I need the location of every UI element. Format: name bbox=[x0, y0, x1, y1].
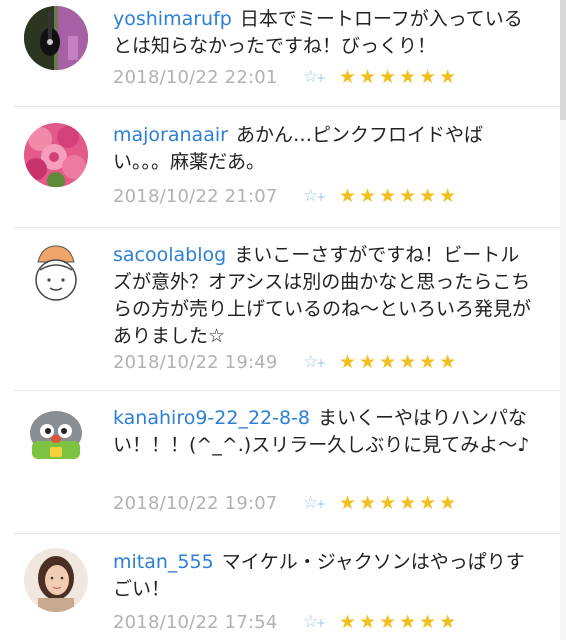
comment-date[interactable]: 2018/10/22 19:07 bbox=[113, 493, 303, 514]
star-rating[interactable]: ★★★★★★ bbox=[339, 611, 459, 633]
comment-text: mitan_555 マイケル・ジャクソンはやっぱりすごい！ bbox=[113, 549, 533, 603]
woman-portrait-icon bbox=[24, 548, 88, 612]
add-star-plus: + bbox=[316, 616, 327, 630]
username-link[interactable]: yoshimarufp bbox=[113, 8, 232, 30]
add-star-plus: + bbox=[316, 71, 327, 85]
star-rating[interactable]: ★★★★★★ bbox=[339, 492, 459, 514]
comment-item: yoshimarufp 日本でミートローフが入っているとは知らなかったですね！びっ… bbox=[0, 0, 560, 105]
star-rating[interactable]: ★★★★★★ bbox=[339, 185, 459, 207]
add-star-icon[interactable]: ☆ + bbox=[303, 186, 339, 206]
comment-item: mitan_555 マイケル・ジャクソンはやっぱりすごい！ 2018/10/22 … bbox=[0, 534, 560, 640]
avatar[interactable] bbox=[24, 123, 88, 187]
add-star-plus: + bbox=[316, 190, 327, 204]
comment-date[interactable]: 2018/10/22 22:01 bbox=[113, 67, 303, 88]
scrollbar[interactable] bbox=[560, 0, 566, 640]
add-star-icon[interactable]: ☆ + bbox=[303, 612, 339, 632]
comment-item: majoranaair あかん…ピンクフロイドやばい。。。麻薬だあ。 2018/1… bbox=[0, 107, 560, 227]
username-link[interactable]: mitan_555 bbox=[113, 551, 214, 573]
username-link[interactable]: kanahiro9-22_22-8-8 bbox=[113, 407, 310, 429]
add-star-plus: + bbox=[316, 356, 327, 370]
comment-text: yoshimarufp 日本でミートローフが入っているとは知らなかったですね！びっ… bbox=[113, 6, 533, 60]
comment-text: majoranaair あかん…ピンクフロイドやばい。。。麻薬だあ。 bbox=[113, 122, 533, 176]
pink-roses-photo-icon bbox=[24, 123, 88, 187]
comment-date[interactable]: 2018/10/22 21:07 bbox=[113, 186, 303, 207]
guitar-photo-icon bbox=[24, 6, 88, 70]
username-link[interactable]: sacoolablog bbox=[113, 244, 226, 266]
add-star-plus: + bbox=[316, 497, 327, 511]
star-rating[interactable]: ★★★★★★ bbox=[339, 66, 459, 88]
comment-meta: 2018/10/22 19:49 ☆ + ★★★★★★ bbox=[113, 348, 459, 376]
comment-text: kanahiro9-22_22-8-8 まいくーやはりハンパない！！！(^_^.)… bbox=[113, 405, 533, 459]
cartoon-person-icon bbox=[24, 240, 88, 304]
comment-meta: 2018/10/22 22:01 ☆ + ★★★★★★ bbox=[113, 63, 459, 91]
avatar[interactable] bbox=[24, 548, 88, 612]
comment-meta: 2018/10/22 21:07 ☆ + ★★★★★★ bbox=[113, 182, 459, 210]
avatar[interactable] bbox=[24, 403, 88, 467]
add-star-icon[interactable]: ☆ + bbox=[303, 352, 339, 372]
comment-text: sacoolablog まいこーさすがですね！ビートルズが意外？オアシスは別の曲か… bbox=[113, 242, 533, 350]
scrollbar-thumb[interactable] bbox=[560, 0, 566, 120]
username-link[interactable]: majoranaair bbox=[113, 124, 228, 146]
add-star-icon[interactable]: ☆ + bbox=[303, 493, 339, 513]
avatar[interactable] bbox=[24, 240, 88, 304]
add-star-icon[interactable]: ☆ + bbox=[303, 67, 339, 87]
comment-item: sacoolablog まいこーさすがですね！ビートルズが意外？オアシスは別の曲か… bbox=[0, 228, 560, 390]
comment-meta: 2018/10/22 17:54 ☆ + ★★★★★★ bbox=[113, 608, 459, 636]
comment-date[interactable]: 2018/10/22 19:49 bbox=[113, 352, 303, 373]
comment-date[interactable]: 2018/10/22 17:54 bbox=[113, 612, 303, 633]
comment-meta: 2018/10/22 19:07 ☆ + ★★★★★★ bbox=[113, 489, 459, 517]
avatar[interactable] bbox=[24, 6, 88, 70]
star-rating[interactable]: ★★★★★★ bbox=[339, 351, 459, 373]
comment-item: kanahiro9-22_22-8-8 まいくーやはりハンパない！！！(^_^.)… bbox=[0, 391, 560, 533]
green-robot-icon bbox=[24, 403, 88, 467]
